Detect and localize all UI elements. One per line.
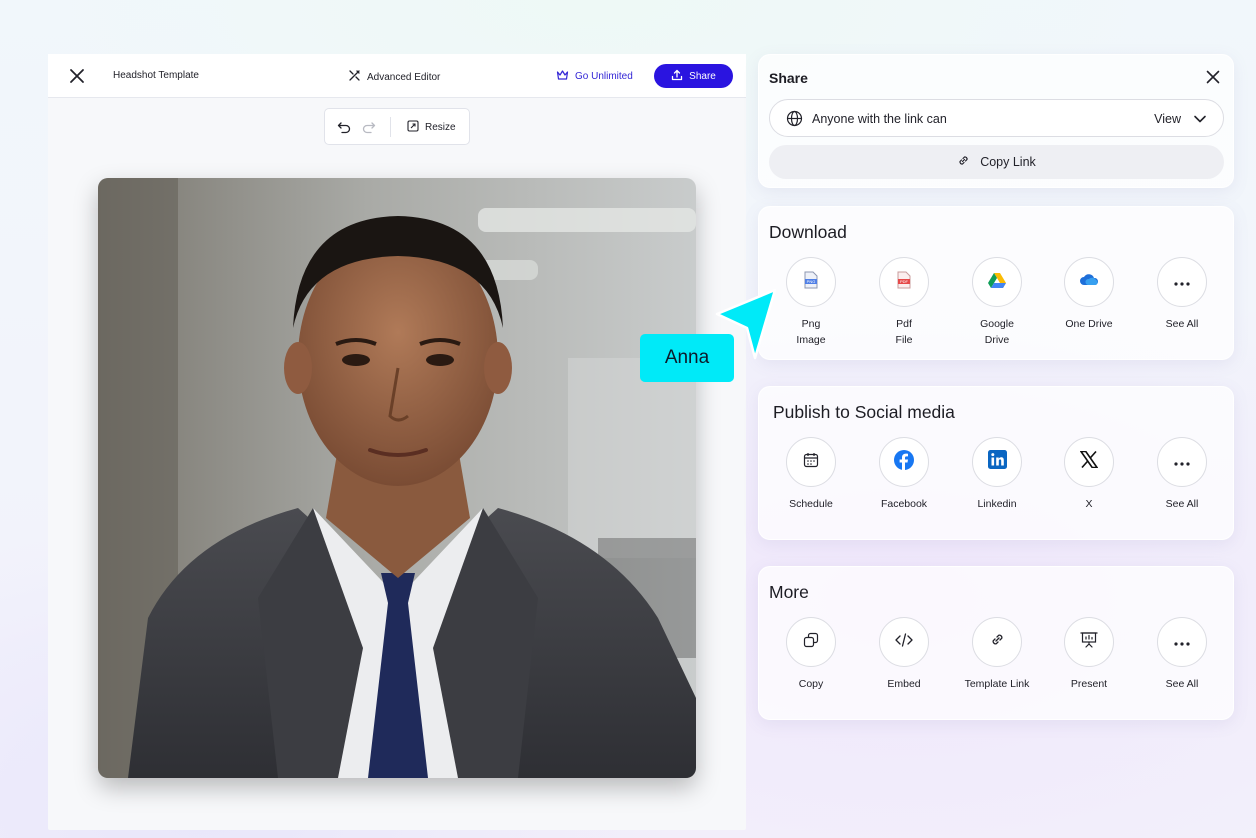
crown-icon [556, 69, 569, 84]
undo-icon[interactable] [337, 120, 351, 134]
canvas-toolbar: Resize [324, 108, 470, 145]
linkedin-label: Linkedin [977, 498, 1017, 510]
globe-icon [786, 110, 803, 127]
download-pdf-label: Pdf File [895, 318, 913, 346]
resize-button[interactable]: Resize [407, 120, 456, 135]
present-button[interactable]: Present [1044, 617, 1134, 692]
resize-icon [407, 120, 419, 135]
google-drive-icon [988, 272, 1006, 293]
close-icon[interactable] [1205, 69, 1221, 85]
link-permission-select[interactable]: Anyone with the link can View [769, 99, 1224, 137]
more-title: More [769, 582, 809, 602]
facebook-button[interactable]: Facebook [859, 437, 949, 512]
toolbar-divider [390, 117, 391, 137]
copy-link-label: Copy Link [980, 155, 1036, 169]
copy-label: Copy [798, 678, 824, 690]
download-title: Download [769, 222, 847, 242]
x-logo-icon [1079, 450, 1099, 473]
google-drive-label: Google Drive [980, 318, 1014, 346]
social-see-all-button[interactable]: See All [1137, 437, 1227, 512]
download-see-all-label: See All [1165, 318, 1199, 330]
x-label: X [1085, 498, 1093, 510]
link-icon [957, 154, 970, 170]
download-options: PNG Png Image PDF Pdf File Google Drive … [759, 257, 1233, 357]
more-card: More Copy Embed Template Link Present Se… [758, 566, 1234, 720]
more-dots-icon [1174, 633, 1190, 651]
copy-button[interactable]: Copy [766, 617, 856, 692]
download-png-label: Png Image [796, 318, 826, 346]
template-link-label: Template Link [964, 678, 1030, 690]
facebook-label: Facebook [880, 498, 928, 510]
code-icon [895, 632, 913, 652]
advanced-editor-button[interactable]: Advanced Editor [348, 69, 440, 85]
calendar-icon [803, 452, 819, 473]
social-options: Schedule Facebook Linkedin X See All [759, 437, 1233, 537]
share-panel-title: Share [769, 70, 808, 86]
copy-link-button[interactable]: Copy Link [769, 145, 1224, 179]
close-icon[interactable] [68, 67, 86, 85]
schedule-label: Schedule [789, 498, 833, 510]
share-card: Share Anyone with the link can View Copy… [758, 54, 1234, 188]
permission-value: View [1154, 112, 1181, 126]
editor-topbar: Headshot Template Advanced Editor Go Unl… [48, 54, 746, 98]
google-drive-button[interactable]: Google Drive [952, 257, 1042, 348]
linkedin-button[interactable]: Linkedin [952, 437, 1042, 512]
link-icon [990, 632, 1005, 652]
chevron-down-icon [1193, 112, 1207, 126]
go-unlimited-label: Go Unlimited [575, 71, 633, 82]
svg-text:PNG: PNG [807, 279, 816, 284]
download-card: Download PNG Png Image PDF Pdf File Goog… [758, 206, 1234, 360]
social-see-all-label: See All [1165, 498, 1199, 510]
more-see-all-button[interactable]: See All [1137, 617, 1227, 692]
more-dots-icon [1174, 273, 1190, 291]
presentation-icon [1080, 631, 1098, 653]
facebook-icon [894, 449, 914, 475]
social-card: Publish to Social media Schedule Faceboo… [758, 386, 1234, 540]
headshot-photo[interactable] [98, 178, 696, 778]
more-see-all-label: See All [1165, 678, 1199, 690]
download-png-button[interactable]: PNG Png Image [766, 257, 856, 348]
linkedin-icon [987, 450, 1007, 474]
editor-panel: Headshot Template Advanced Editor Go Unl… [48, 54, 746, 830]
tools-icon [348, 69, 361, 85]
download-see-all-button[interactable]: See All [1137, 257, 1227, 332]
onedrive-icon [1079, 273, 1099, 291]
collaborator-name-tag: Anna [640, 334, 734, 382]
social-title: Publish to Social media [773, 402, 955, 422]
onedrive-label: One Drive [1065, 318, 1113, 330]
embed-button[interactable]: Embed [859, 617, 949, 692]
onedrive-button[interactable]: One Drive [1044, 257, 1134, 332]
more-options: Copy Embed Template Link Present See All [759, 617, 1233, 717]
embed-label: Embed [887, 678, 921, 690]
template-link-button[interactable]: Template Link [952, 617, 1042, 692]
share-button-label: Share [689, 70, 716, 82]
document-title: Headshot Template [113, 70, 199, 81]
download-pdf-button[interactable]: PDF Pdf File [859, 257, 949, 348]
upload-icon [671, 69, 683, 84]
copy-icon [803, 632, 819, 653]
x-button[interactable]: X [1044, 437, 1134, 512]
resize-label: Resize [425, 122, 456, 133]
advanced-editor-label: Advanced Editor [367, 71, 441, 83]
png-file-icon: PNG [803, 271, 819, 294]
present-label: Present [1070, 678, 1108, 690]
go-unlimited-button[interactable]: Go Unlimited [556, 69, 633, 84]
permission-text: Anyone with the link can [812, 112, 947, 126]
schedule-button[interactable]: Schedule [766, 437, 856, 512]
pdf-file-icon: PDF [896, 271, 912, 294]
redo-icon[interactable] [362, 120, 376, 134]
more-dots-icon [1174, 453, 1190, 471]
svg-text:PDF: PDF [900, 279, 909, 284]
share-button[interactable]: Share [654, 64, 733, 88]
